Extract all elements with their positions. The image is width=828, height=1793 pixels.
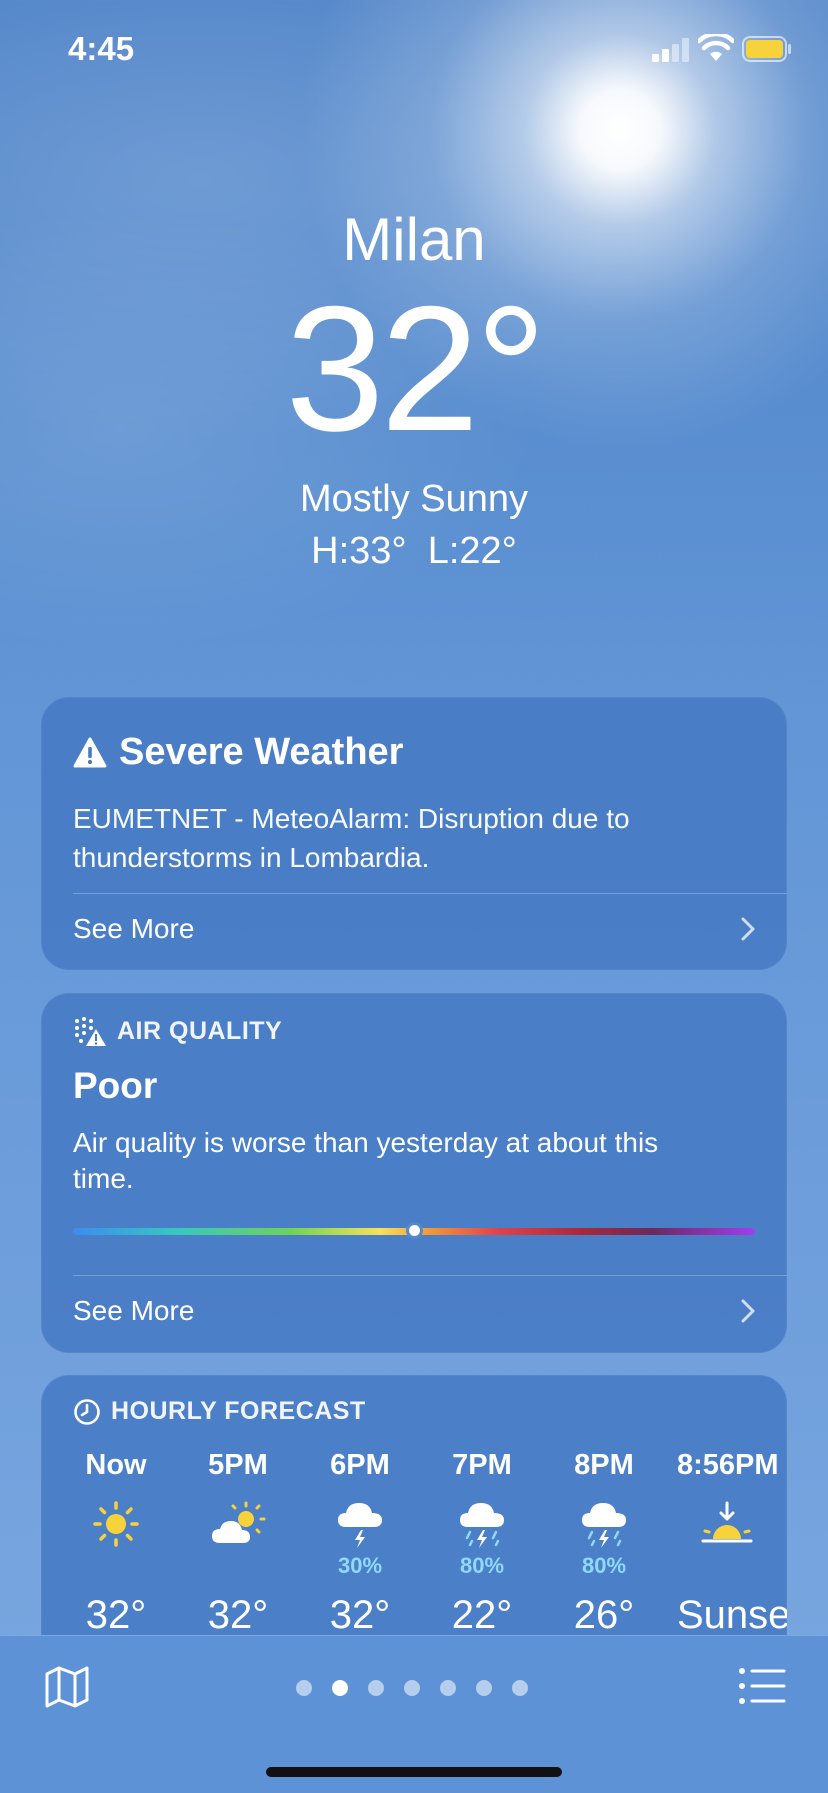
page-dot[interactable] (332, 1680, 348, 1696)
condition-text: Mostly Sunny (299, 478, 529, 520)
air-quality-card[interactable]: AIR QUALITY Poor Air quality is worse th… (41, 993, 787, 1353)
hour-temp: 32° (207, 1593, 269, 1637)
hourly-forecast-header: HOURLY FORECAST (73, 1397, 366, 1426)
hourly-forecast-card[interactable]: HOURLY FORECAST Now 32° 5PM 32° 6PM 30% … (41, 1375, 787, 1675)
sunset-icon (701, 1501, 753, 1543)
air-quality-label: AIR QUALITY (117, 1016, 283, 1045)
divider (73, 893, 787, 894)
thunderstorm-rain-icon (460, 1503, 504, 1548)
hour-item: 8:56PM Sunset (677, 1445, 787, 1637)
city-name: Milan (342, 206, 486, 273)
hour-label: 7PM (452, 1449, 512, 1481)
battery-icon (742, 36, 791, 62)
severe-weather-see-more[interactable]: See More (73, 913, 194, 945)
list-icon[interactable] (738, 1666, 786, 1706)
hour-item: 5PM 32° (177, 1445, 299, 1637)
partly-sunny-icon (212, 1501, 266, 1543)
hour-item: 6PM 30% 32° (299, 1445, 421, 1637)
thunderstorm-icon (338, 1503, 382, 1548)
status-bar: 4:45 (0, 0, 828, 100)
sun-icon (93, 1501, 139, 1547)
hour-precip: 30% (337, 1553, 383, 1578)
severe-weather-card[interactable]: Severe Weather EUMETNET - MeteoAlarm: Di… (41, 697, 787, 970)
air-quality-see-more[interactable]: See More (73, 1295, 194, 1327)
air-quality-level: Poor (73, 1065, 158, 1106)
cellular-signal-icon (652, 38, 689, 62)
hour-label: 8:56PM (677, 1449, 779, 1481)
hour-item: Now 32° (55, 1445, 177, 1637)
hour-item: 8PM 80% 26° (543, 1445, 665, 1637)
chevron-right-icon (741, 1299, 755, 1323)
page-dot[interactable] (296, 1680, 312, 1696)
severe-weather-title: Severe Weather (119, 731, 404, 773)
chevron-right-icon (741, 917, 755, 941)
hour-temp: 22° (451, 1593, 513, 1637)
air-quality-indicator (406, 1222, 423, 1239)
current-temperature: 32° (285, 269, 546, 468)
hour-label: 5PM (208, 1449, 268, 1481)
high-low-text: H:33° L:22° (311, 530, 517, 572)
divider (73, 1275, 787, 1276)
page-dot[interactable] (512, 1680, 528, 1696)
hour-precip: 80% (459, 1553, 505, 1578)
hour-temp: Sunset (677, 1593, 787, 1637)
status-time: 4:45 (68, 30, 135, 67)
page-indicator[interactable] (296, 1680, 528, 1696)
thunderstorm-rain-icon (582, 1503, 626, 1548)
page-dot[interactable] (440, 1680, 456, 1696)
warning-icon (73, 737, 107, 767)
clock-icon (74, 1398, 100, 1425)
air-quality-description: Air quality is worse than yesterday at a… (73, 1127, 659, 1194)
hour-precip: 80% (581, 1553, 627, 1578)
hour-label: Now (85, 1449, 147, 1481)
air-quality-icon (75, 1017, 106, 1046)
page-dot[interactable] (404, 1680, 420, 1696)
hour-item: 7PM 80% 22° (421, 1445, 543, 1637)
hour-temp: 26° (573, 1593, 635, 1637)
air-quality-header: AIR QUALITY (73, 1015, 282, 1047)
hour-label: 8PM (574, 1449, 634, 1481)
home-indicator[interactable] (266, 1767, 562, 1777)
severe-weather-body: EUMETNET - MeteoAlarm: Disruption due to… (73, 803, 630, 873)
wifi-icon (698, 34, 734, 61)
hour-label: 6PM (330, 1449, 390, 1481)
hour-temp: 32° (85, 1593, 147, 1637)
page-dot[interactable] (476, 1680, 492, 1696)
page-dot[interactable] (368, 1680, 384, 1696)
severe-weather-header: Severe Weather (73, 731, 403, 774)
hour-temp: 32° (329, 1593, 391, 1637)
hourly-forecast-label: HOURLY FORECAST (111, 1397, 366, 1425)
map-icon[interactable] (44, 1664, 90, 1710)
